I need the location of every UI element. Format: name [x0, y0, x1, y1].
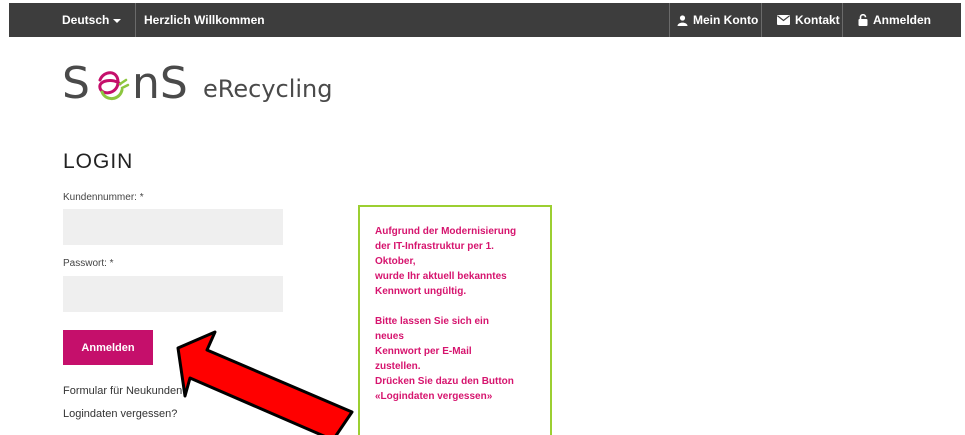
notice-line: Bitte lassen Sie sich ein: [375, 316, 489, 327]
my-account-link[interactable]: Mein Konto: [677, 3, 758, 37]
login-link-label: Anmelden: [873, 13, 932, 27]
notice-line: Aufgrund der Modernisierung: [375, 226, 517, 237]
notice-line: Kennwort per E-Mail: [375, 346, 472, 357]
my-account-label: Mein Konto: [693, 13, 759, 27]
notice-line: zustellen.: [375, 361, 421, 372]
customer-number-label: Kundennummer: *: [63, 192, 144, 203]
login-button[interactable]: Anmelden: [63, 330, 153, 365]
language-label: Deutsch: [62, 13, 110, 27]
divider: [669, 3, 670, 37]
divider: [135, 3, 136, 37]
notice-line: Drücken Sie dazu den Button: [375, 376, 514, 387]
caret-down-icon: [113, 19, 122, 23]
user-icon: [677, 14, 688, 26]
notice-line: Kennwort ungültig.: [375, 286, 467, 297]
divider: [842, 3, 843, 37]
password-input[interactable]: [63, 276, 283, 312]
arrow-icon: [176, 330, 354, 435]
logo-subtitle: eRecycling: [203, 74, 333, 103]
page-title: LOGIN: [63, 150, 134, 173]
svg-text:S: S: [62, 58, 90, 108]
sens-logo-mark: S nS: [62, 58, 188, 108]
envelope-icon: [777, 15, 790, 25]
svg-text:nS: nS: [132, 58, 188, 108]
sens-erecycling-logo[interactable]: S nS eRecycling: [62, 55, 333, 110]
welcome-text: Herzlich Willkommen: [144, 13, 265, 27]
unlock-icon: [858, 14, 868, 26]
modernization-notice-box: Aufgrund der Modernisierung der IT-Infra…: [358, 205, 552, 435]
notice-line: wurde Ihr aktuell bekanntes: [375, 271, 507, 282]
notice-line: der IT-Infrastruktur per 1.: [375, 241, 494, 252]
forgot-login-link[interactable]: Logindaten vergessen?: [63, 408, 177, 420]
customer-number-input[interactable]: [63, 209, 283, 245]
login-link[interactable]: Anmelden: [858, 3, 931, 37]
top-navigation-bar: Deutsch Herzlich Willkommen Mein Konto K…: [9, 3, 961, 37]
notice-line: «Logindaten vergessen»: [375, 391, 493, 402]
contact-link[interactable]: Kontakt: [777, 3, 840, 37]
notice-paragraph-2: Bitte lassen Sie sich ein neues Kennwort…: [375, 314, 539, 404]
notice-line: neues: [375, 331, 404, 342]
divider: [761, 3, 762, 37]
new-customer-form-link[interactable]: Formular für Neukunden: [63, 385, 182, 397]
language-dropdown[interactable]: Deutsch: [62, 3, 122, 37]
notice-paragraph-1: Aufgrund der Modernisierung der IT-Infra…: [375, 224, 539, 299]
password-label: Passwort: *: [63, 258, 114, 269]
notice-line: Oktober,: [375, 256, 416, 267]
contact-label: Kontakt: [795, 13, 840, 27]
